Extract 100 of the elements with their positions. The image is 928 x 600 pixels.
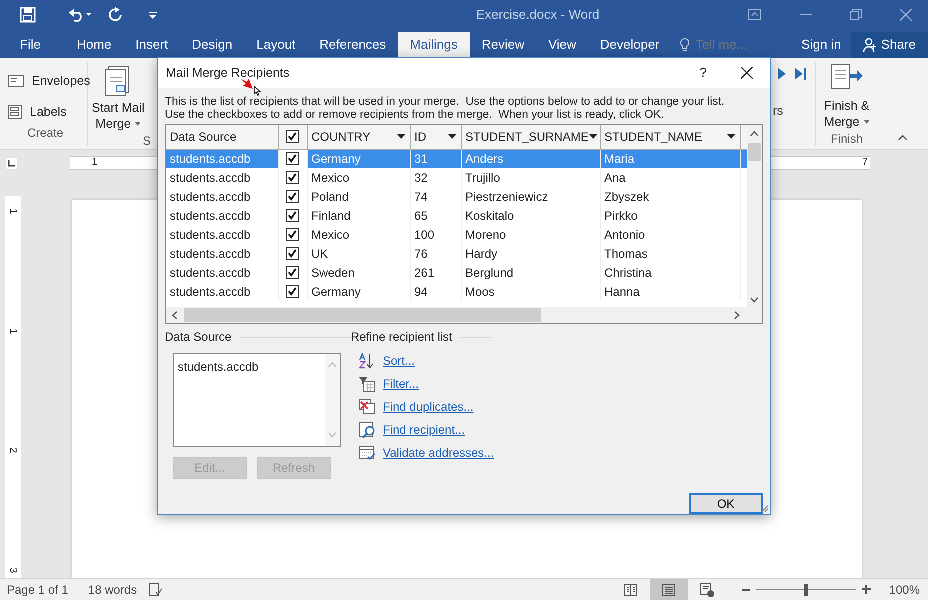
magnifier-icon [359, 422, 375, 438]
scroll-thumb[interactable] [184, 308, 541, 322]
checkmark-icon [288, 230, 297, 238]
tell-me-field[interactable]: Tell me... [694, 34, 784, 56]
row-checkbox[interactable] [286, 208, 299, 222]
annotation-arrow-icon [240, 78, 254, 90]
table-cell: Moos [461, 282, 600, 301]
page-count[interactable]: Page 1 of 1 [7, 580, 68, 598]
group-label: S [143, 133, 152, 150]
last-record-icon[interactable] [795, 68, 807, 80]
print-layout-button[interactable] [650, 579, 688, 600]
save-icon[interactable] [20, 7, 36, 23]
group-label: Create [26, 125, 65, 142]
zoom-thumb[interactable] [804, 584, 808, 596]
ribbon-tab[interactable]: Home [64, 32, 124, 58]
table-cell: UK [307, 244, 410, 263]
ribbon-tab[interactable]: View [536, 32, 588, 58]
instruction-text: This is the list of recipients that will be used in your merge. Use the options below to add to or change your list. [165, 96, 725, 109]
link[interactable]: Find duplicates... [383, 398, 474, 416]
zoom-level[interactable]: 100% [889, 580, 920, 598]
dropdown-arrow-icon[interactable] [448, 134, 456, 140]
ribbon-display-icon[interactable] [748, 9, 762, 21]
scroll-thumb[interactable] [748, 143, 762, 161]
share-button[interactable]: Share [851, 32, 928, 58]
ribbon-tab[interactable]: Review [470, 32, 536, 58]
ruler-number: 2 [6, 448, 20, 454]
tab-selector[interactable] [5, 156, 18, 170]
checkmark-icon [288, 172, 297, 182]
proofing-icon[interactable] [149, 582, 164, 596]
person-icon [863, 38, 878, 52]
redo-icon[interactable] [108, 7, 124, 23]
scroll-right-icon[interactable] [734, 310, 740, 320]
envelope-icon [8, 75, 24, 88]
table-cell: students.accdb [166, 187, 278, 206]
dropdown-arrow-icon[interactable] [588, 134, 598, 140]
instruction-text: Use the checkboxes to add or remove recipients from the merge. When your list is ready, click OK. [165, 109, 664, 122]
ribbon-tab[interactable]: Developer [588, 32, 672, 58]
checkmark-icon [288, 210, 297, 220]
sign-in-link[interactable]: Sign in [802, 32, 842, 58]
word-count[interactable]: 18 words [88, 580, 138, 598]
table-cell: Koskitalo [461, 206, 600, 225]
table-cell: Germany [307, 282, 410, 301]
ok-button[interactable]: OK [689, 493, 763, 514]
table-cell: Anders [461, 149, 600, 168]
checkmark-icon [288, 286, 297, 296]
zoom-in-icon[interactable] [862, 585, 872, 594]
next-record-icon[interactable] [777, 68, 787, 80]
ribbon-tab[interactable]: References [308, 32, 398, 58]
row-checkbox[interactable] [286, 246, 299, 260]
customize-caret-icon[interactable] [148, 10, 158, 20]
resize-grip-icon[interactable] [761, 505, 769, 513]
section-label: Data Source [165, 329, 232, 346]
table-cell: Berglund [461, 263, 600, 282]
table-cell: 76 [410, 244, 461, 263]
data-source-list[interactable]: students.accdb [173, 353, 341, 447]
scroll-up-icon[interactable] [750, 131, 760, 137]
ribbon-tab[interactable]: Insert [124, 32, 180, 58]
link[interactable]: Filter... [383, 375, 420, 393]
dialog-title: Mail Merge Recipients [166, 64, 291, 82]
row-checkbox[interactable] [286, 190, 299, 202]
ribbon-tab[interactable]: Mailings [398, 32, 470, 58]
table-cell: 74 [410, 187, 461, 206]
row-checkbox[interactable] [286, 228, 299, 240]
row-checkbox[interactable] [286, 284, 299, 298]
table-cell: Sweden [307, 263, 410, 282]
caret-icon [135, 122, 142, 126]
close-icon[interactable] [741, 67, 753, 79]
row-checkbox[interactable] [286, 266, 299, 278]
sort-icon [359, 353, 375, 369]
ruler-number: 1 [92, 157, 98, 169]
dropdown-arrow-icon[interactable] [726, 134, 736, 140]
read-mode-icon [623, 582, 640, 598]
dropdown-arrow-icon[interactable] [396, 134, 406, 140]
undo-icon[interactable] [68, 7, 92, 23]
ribbon-tab[interactable]: File [8, 32, 53, 58]
link[interactable]: Find recipient... [383, 421, 466, 439]
table-cell: Christina [600, 263, 740, 282]
scroll-left-icon[interactable] [172, 310, 178, 320]
finish-merge-button[interactable]: Finish & Merge [820, 62, 874, 130]
collapse-ribbon-icon[interactable] [898, 135, 908, 141]
ruler-number: 1 [6, 208, 20, 214]
ribbon-tab[interactable]: Layout [244, 32, 308, 58]
group-label: Finish [830, 131, 863, 148]
scroll-down-icon[interactable] [750, 297, 760, 303]
select-all-checkbox[interactable] [286, 130, 299, 143]
link[interactable]: Validate addresses... [383, 444, 494, 462]
ribbon-button[interactable]: Labels [4, 100, 87, 124]
help-button[interactable]: ? [700, 63, 707, 83]
checkmark-icon [288, 192, 297, 200]
tab-stop-icon [8, 160, 15, 166]
link[interactable]: Sort... [383, 352, 416, 370]
row-checkbox[interactable] [286, 170, 299, 184]
table-cell: Thomas [600, 244, 740, 263]
horizontal-scrollbar[interactable] [166, 307, 762, 323]
list-item[interactable]: students.accdb [178, 358, 325, 376]
restore-icon[interactable] [850, 9, 862, 21]
vertical-scrollbar[interactable] [747, 125, 762, 307]
row-checkbox[interactable] [286, 152, 299, 165]
ribbon-tab[interactable]: Design [180, 32, 245, 58]
lightbulb-icon [680, 38, 690, 52]
